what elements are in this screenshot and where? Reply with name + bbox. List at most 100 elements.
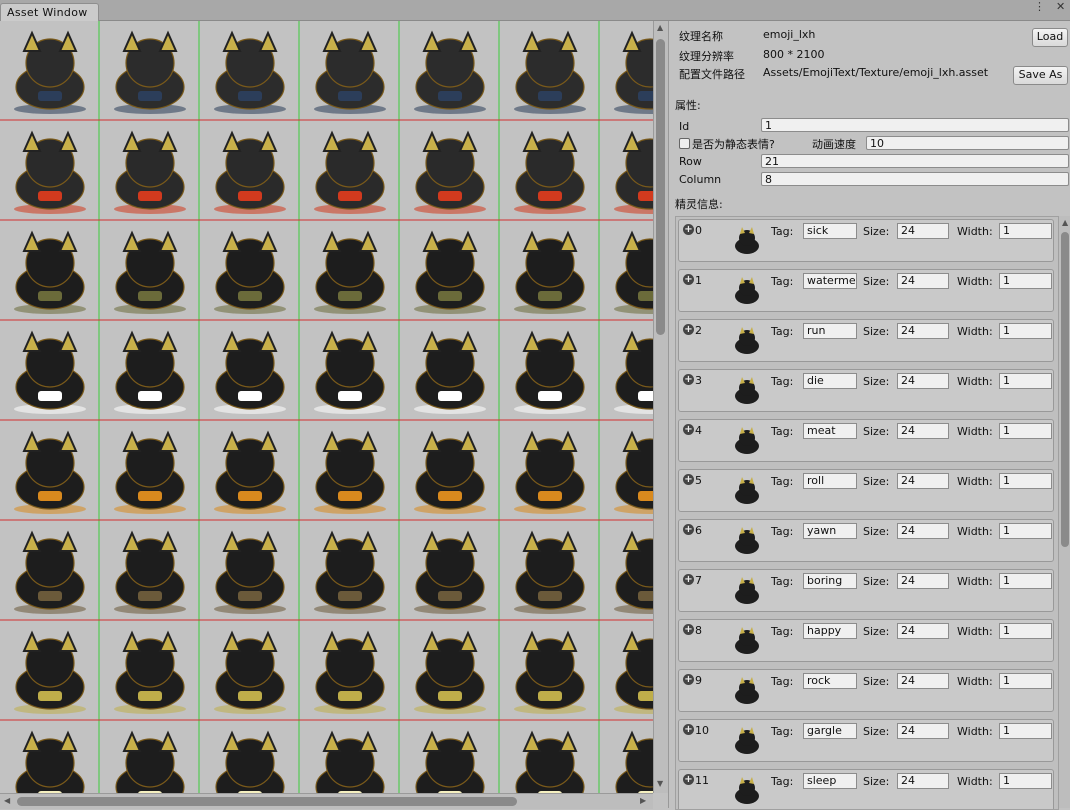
sprite-thumbnail-image: [735, 227, 759, 254]
save-as-button[interactable]: Save As: [1013, 66, 1068, 85]
sprite-row[interactable]: + 2 Tag: run Size: 24 Width: 1: [678, 319, 1054, 362]
sprite-row[interactable]: + 3 Tag: die Size: 24 Width: 1: [678, 369, 1054, 412]
sprite-list-scroll-thumb[interactable]: [1061, 232, 1069, 547]
tag-field[interactable]: watermelon: [803, 273, 857, 289]
scroll-left-icon[interactable]: ◀: [4, 796, 10, 805]
add-icon[interactable]: +: [683, 774, 694, 785]
tag-field[interactable]: die: [803, 373, 857, 389]
width-field[interactable]: 1: [999, 423, 1052, 439]
sprite-cell: [414, 30, 486, 114]
sprites-label: 精灵信息:: [675, 198, 723, 211]
size-field[interactable]: 24: [897, 623, 949, 639]
add-icon[interactable]: +: [683, 724, 694, 735]
sprite-thumbnail-image: [735, 527, 759, 554]
close-icon[interactable]: ✕: [1056, 0, 1065, 14]
sprite-index: 4: [695, 424, 702, 437]
add-icon[interactable]: +: [683, 224, 694, 235]
row-field[interactable]: 21: [761, 154, 1069, 168]
tab-asset-window[interactable]: Asset Window: [0, 3, 99, 22]
size-field[interactable]: 24: [897, 323, 949, 339]
scroll-right-icon[interactable]: ▶: [640, 796, 646, 805]
add-icon[interactable]: +: [683, 274, 694, 285]
add-icon[interactable]: +: [683, 424, 694, 435]
size-label: Size:: [863, 575, 890, 588]
grid-horizontal-scrollbar[interactable]: ◀ ▶: [0, 793, 653, 809]
size-field[interactable]: 24: [897, 723, 949, 739]
sprite-thumbnail: [729, 574, 765, 608]
size-field[interactable]: 24: [897, 223, 949, 239]
size-field[interactable]: 24: [897, 573, 949, 589]
add-icon[interactable]: +: [683, 374, 694, 385]
size-field[interactable]: 24: [897, 523, 949, 539]
tag-field[interactable]: sleep: [803, 773, 857, 789]
size-field[interactable]: 24: [897, 473, 949, 489]
sprite-row[interactable]: + 5 Tag: roll Size: 24 Width: 1: [678, 469, 1054, 512]
width-field[interactable]: 1: [999, 473, 1052, 489]
size-field[interactable]: 24: [897, 673, 949, 689]
grid-vertical-scrollbar[interactable]: ▲ ▼: [653, 21, 668, 793]
sprite-row[interactable]: + 0 Tag: sick Size: 24 Width: 1: [678, 219, 1054, 262]
grid-horizontal-scroll-thumb[interactable]: [17, 797, 517, 806]
tag-field[interactable]: happy: [803, 623, 857, 639]
width-field[interactable]: 1: [999, 773, 1052, 789]
tag-field[interactable]: meat: [803, 423, 857, 439]
width-field[interactable]: 1: [999, 523, 1052, 539]
sprite-row[interactable]: + 7 Tag: boring Size: 24 Width: 1: [678, 569, 1054, 612]
scroll-up-icon[interactable]: ▲: [1062, 218, 1068, 227]
add-icon[interactable]: +: [683, 624, 694, 635]
width-field[interactable]: 1: [999, 323, 1052, 339]
column-field[interactable]: 8: [761, 172, 1069, 186]
tag-field[interactable]: roll: [803, 473, 857, 489]
sprite-thumbnail: [729, 424, 765, 458]
tag-field[interactable]: gargle: [803, 723, 857, 739]
size-field[interactable]: 24: [897, 273, 949, 289]
static-emoji-checkbox[interactable]: [679, 138, 690, 149]
width-field[interactable]: 1: [999, 223, 1052, 239]
tag-field[interactable]: rock: [803, 673, 857, 689]
menu-icon[interactable]: ⋮: [1034, 0, 1045, 14]
add-icon[interactable]: +: [683, 524, 694, 535]
tag-field[interactable]: run: [803, 323, 857, 339]
sprite-index: 1: [695, 274, 702, 287]
width-field[interactable]: 1: [999, 623, 1052, 639]
sprite-cell: [514, 130, 586, 214]
inspector-panel: 纹理名称 emoji_lxh Load 纹理分辨率 800 * 2100 配置文…: [668, 21, 1070, 810]
sprite-list: + 0 Tag: sick Size: 24 Width: 1 + 1 Tag:…: [675, 216, 1059, 810]
anim-speed-field[interactable]: 10: [866, 136, 1069, 150]
width-field[interactable]: 1: [999, 723, 1052, 739]
sprite-cell: [14, 330, 86, 414]
tag-field[interactable]: sick: [803, 223, 857, 239]
width-field[interactable]: 1: [999, 673, 1052, 689]
size-field[interactable]: 24: [897, 373, 949, 389]
add-icon[interactable]: +: [683, 574, 694, 585]
scroll-up-icon[interactable]: ▲: [657, 23, 663, 32]
sprite-row[interactable]: + 1 Tag: watermelon Size: 24 Width: 1: [678, 269, 1054, 312]
grid-vertical-scroll-thumb[interactable]: [656, 39, 665, 335]
tag-field[interactable]: boring: [803, 573, 857, 589]
sprite-cell: [414, 130, 486, 214]
sprite-cell: [214, 630, 286, 714]
add-icon[interactable]: +: [683, 674, 694, 685]
sprite-list-scrollbar[interactable]: ▲: [1058, 216, 1070, 808]
width-label: Width:: [957, 225, 993, 238]
sprite-row[interactable]: + 11 Tag: sleep Size: 24 Width: 1: [678, 769, 1054, 809]
sprite-cell: [414, 330, 486, 414]
size-field[interactable]: 24: [897, 773, 949, 789]
width-field[interactable]: 1: [999, 573, 1052, 589]
size-field[interactable]: 24: [897, 423, 949, 439]
tag-field[interactable]: yawn: [803, 523, 857, 539]
width-field[interactable]: 1: [999, 373, 1052, 389]
sprite-row[interactable]: + 10 Tag: gargle Size: 24 Width: 1: [678, 719, 1054, 762]
add-icon[interactable]: +: [683, 324, 694, 335]
width-field[interactable]: 1: [999, 273, 1052, 289]
sprite-row[interactable]: + 8 Tag: happy Size: 24 Width: 1: [678, 619, 1054, 662]
id-field[interactable]: 1: [761, 118, 1069, 132]
add-icon[interactable]: +: [683, 474, 694, 485]
scroll-down-icon[interactable]: ▼: [657, 779, 663, 788]
sprite-cell: [415, 730, 485, 793]
sprite-row[interactable]: + 4 Tag: meat Size: 24 Width: 1: [678, 419, 1054, 462]
sprite-row[interactable]: + 6 Tag: yawn Size: 24 Width: 1: [678, 519, 1054, 562]
load-button[interactable]: Load: [1032, 28, 1068, 47]
sprite-cell: [215, 730, 285, 793]
sprite-row[interactable]: + 9 Tag: rock Size: 24 Width: 1: [678, 669, 1054, 712]
